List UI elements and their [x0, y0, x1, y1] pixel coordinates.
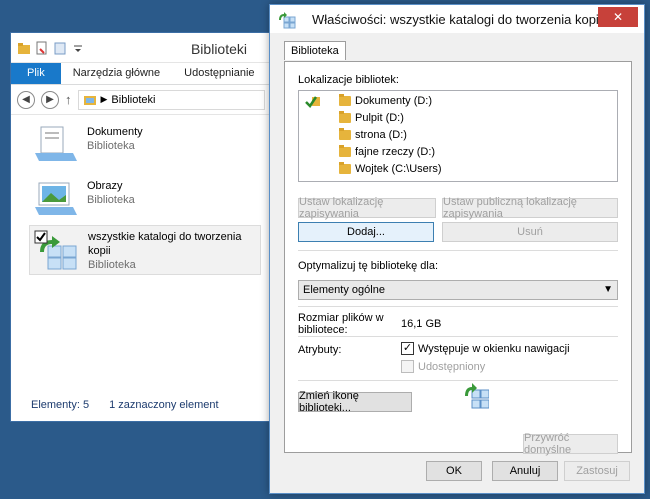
location-name: strona (D:): [355, 129, 407, 141]
customize-toolbar-icon[interactable]: [71, 41, 85, 55]
folder-icon[interactable]: [17, 41, 31, 55]
item-name: Dokumenty: [87, 126, 143, 138]
quick-access-toolbar: [17, 41, 85, 55]
checkmark-icon: ✓: [401, 342, 414, 355]
nav-pane-checkbox[interactable]: ✓ Występuje w okienku nawigacji: [401, 342, 570, 355]
item-name: wszystkie katalogi do tworzenia kopii: [88, 231, 242, 257]
list-item[interactable]: Obrazy Biblioteka: [29, 175, 261, 225]
ok-button[interactable]: OK: [426, 461, 482, 481]
tab-file[interactable]: Plik: [11, 63, 61, 84]
custom-library-icon: [34, 230, 80, 270]
location-name: fajne rzeczy (D:): [355, 146, 436, 158]
list-item-selected[interactable]: wszystkie katalogi do tworzenia kopii Bi…: [29, 225, 261, 275]
list-item[interactable]: Wojtek (C:\Users): [339, 161, 442, 177]
locations-label: Lokalizacje bibliotek:: [298, 74, 399, 86]
dialog-titlebar: Właściwości: wszystkie katalogi do tworz…: [270, 5, 644, 33]
cancel-button[interactable]: Anuluj: [492, 461, 558, 481]
list-item[interactable]: Pulpit (D:): [339, 110, 404, 126]
dialog-title: Właściwości: wszystkie katalogi do tworz…: [312, 12, 602, 27]
item-kind: Biblioteka: [88, 259, 136, 271]
properties-icon[interactable]: [35, 41, 49, 55]
location-name: Pulpit (D:): [355, 112, 404, 124]
size-label: Rozmiar plików w bibliotece:: [298, 312, 384, 336]
dialog-tabs: Biblioteka: [284, 41, 346, 60]
arrow-right-icon: ▶: [46, 94, 54, 105]
library-preview-icon: [463, 382, 490, 409]
location-name: Wojtek (C:\Users): [355, 163, 442, 175]
library-panel: Lokalizacje bibliotek: Dokumenty (D:) Pu…: [284, 61, 632, 456]
chevron-down-icon: ▼: [603, 284, 613, 295]
breadcrumb: Biblioteki: [111, 93, 156, 106]
nav-pane-label: Występuje w okienku nawigacji: [418, 342, 570, 355]
list-item[interactable]: Dokumenty (D:): [339, 93, 432, 109]
address-box[interactable]: ▶ Biblioteki: [77, 89, 265, 110]
forward-button[interactable]: ▶: [41, 90, 59, 109]
save-location-icon: [305, 94, 321, 108]
optimize-value: Elementy ogólne: [303, 284, 385, 296]
item-kind: Biblioteka: [87, 194, 135, 206]
documents-library-icon: [33, 125, 79, 165]
optimize-label: Optymalizuj tę bibliotekę dla:: [298, 260, 439, 272]
optimize-select[interactable]: Elementy ogólne ▼: [298, 280, 618, 300]
set-public-save-location-button[interactable]: Ustaw publiczną lokalizację zapisywania: [442, 196, 618, 220]
restore-defaults-button[interactable]: Przywróć domyślne: [523, 432, 618, 456]
pictures-library-icon: [33, 179, 79, 219]
divider: [298, 306, 618, 307]
selected-count: 1 zaznaczony element: [109, 399, 219, 411]
new-folder-icon[interactable]: [53, 41, 67, 55]
divider: [298, 380, 618, 381]
tab-library[interactable]: Biblioteka: [284, 41, 346, 60]
explorer-titlebar: Biblioteki: [11, 33, 271, 63]
set-save-location-button[interactable]: Ustaw lokalizację zapisywania: [298, 196, 436, 220]
arrow-left-icon: ◀: [22, 94, 30, 105]
back-button[interactable]: ◀: [17, 90, 35, 109]
item-name: Obrazy: [87, 180, 123, 192]
library-icon: [278, 11, 296, 29]
folder-icon: [339, 162, 351, 174]
libraries-icon: [83, 93, 97, 107]
explorer-title: Biblioteki: [190, 41, 247, 57]
checkbox-icon: [401, 360, 414, 373]
shared-label: Udostępniony: [418, 360, 486, 373]
change-icon-button[interactable]: Zmień ikonę biblioteki...: [298, 390, 412, 414]
list-item[interactable]: fajne rzeczy (D:): [339, 144, 435, 160]
item-kind: Biblioteka: [87, 140, 135, 152]
size-value: 16,1 GB: [401, 318, 442, 330]
item-count: Elementy: 5: [31, 399, 90, 411]
close-icon: ✕: [612, 10, 624, 24]
folder-icon: [339, 111, 351, 123]
properties-dialog: Właściwości: wszystkie katalogi do tworz…: [269, 4, 645, 494]
breadcrumb-chevron-icon: ▶: [100, 94, 108, 104]
apply-button[interactable]: Zastosuj: [564, 461, 630, 481]
divider: [298, 250, 618, 251]
locations-list[interactable]: Dokumenty (D:) Pulpit (D:) strona (D:) f…: [298, 90, 618, 182]
ribbon: Plik Narzędzia główne Udostępnianie: [11, 63, 271, 85]
close-button[interactable]: ✕: [598, 7, 638, 27]
status-bar: Elementy: 5 1 zaznaczony element: [31, 399, 219, 411]
folder-icon: [339, 145, 351, 157]
shared-checkbox[interactable]: Udostępniony: [401, 360, 485, 373]
tab-share[interactable]: Udostępnianie: [172, 63, 266, 84]
list-item[interactable]: Dokumenty Biblioteka: [29, 121, 261, 171]
add-button[interactable]: Dodaj...: [298, 222, 434, 242]
tab-home[interactable]: Narzędzia główne: [61, 63, 172, 84]
list-item[interactable]: strona (D:): [339, 127, 407, 143]
explorer-window: Biblioteki Plik Narzędzia główne Udostęp…: [10, 32, 272, 422]
address-bar-row: ◀ ▶ ↑ ▶ Biblioteki: [11, 85, 271, 115]
divider: [298, 336, 618, 337]
remove-button[interactable]: Usuń: [442, 222, 618, 242]
location-name: Dokumenty (D:): [355, 95, 433, 107]
folder-icon: [339, 94, 351, 106]
up-arrow-icon[interactable]: ↑: [65, 92, 72, 107]
folder-icon: [339, 128, 351, 140]
attributes-label: Atrybuty:: [298, 344, 342, 356]
